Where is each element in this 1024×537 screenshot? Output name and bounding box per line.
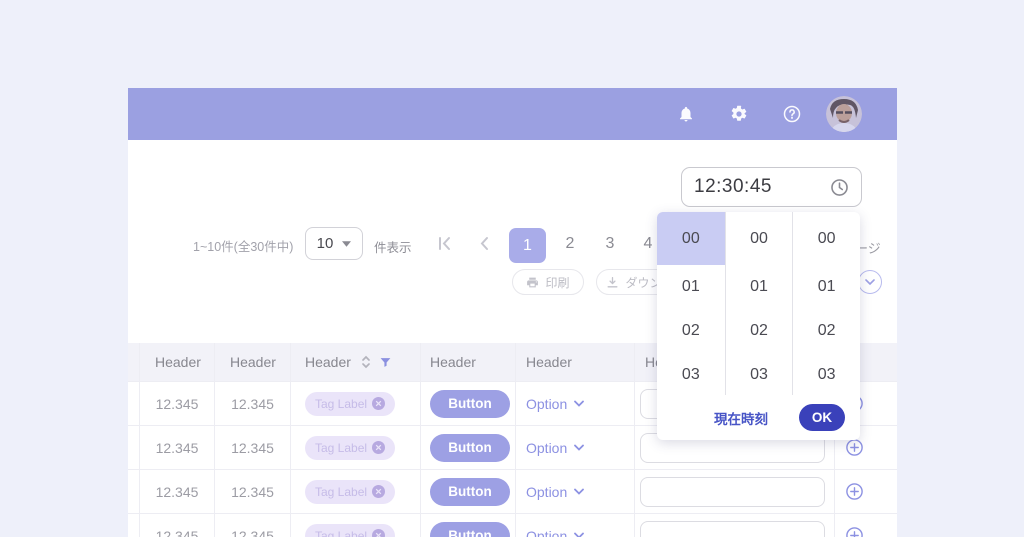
column-header: Header (140, 343, 215, 381)
tag-remove-icon[interactable] (372, 485, 386, 498)
tag-remove-icon[interactable] (372, 529, 386, 537)
row-text-input[interactable] (640, 520, 825, 537)
caret-down-icon (342, 240, 352, 247)
ok-button[interactable]: OK (799, 404, 845, 431)
sort-icon[interactable] (361, 355, 371, 369)
table-row: 12.345 12.345 12.345 Tag Label Button Op… (128, 470, 897, 514)
cell-number: 12.345 (215, 470, 291, 513)
print-label: 印刷 (545, 275, 570, 290)
column-header-label: Header (305, 354, 351, 370)
option-select[interactable]: Option (526, 395, 585, 412)
printer-icon (527, 277, 539, 287)
cell-number: 12.345 (215, 382, 291, 425)
top-bar (128, 88, 897, 140)
chevron-down-icon (865, 279, 875, 286)
current-time-link[interactable]: 現在時刻 (714, 408, 768, 428)
cell-number: 12.345 (128, 426, 140, 469)
bell-icon[interactable] (677, 105, 695, 123)
tag-label: Tag Label (315, 396, 368, 411)
cell-number: 12.345 (128, 470, 140, 513)
tag-chip: Tag Label (305, 479, 396, 504)
filter-icon[interactable] (379, 356, 392, 369)
timepicker-hour-option[interactable]: 03 (657, 353, 725, 397)
chevron-down-icon (574, 400, 585, 407)
tag-label: Tag Label (315, 440, 368, 455)
row-action-button[interactable]: Button (430, 521, 510, 537)
gear-icon[interactable] (730, 105, 748, 123)
row-action-button[interactable]: Button (430, 389, 510, 418)
page-button-1[interactable]: 1 (509, 228, 546, 263)
timepicker-hour-option-selected[interactable]: 00 (657, 212, 725, 265)
timepicker-minute-option[interactable]: 00 (726, 212, 793, 265)
page-size-unit-label: 件表示 (374, 241, 412, 255)
chevron-down-icon (574, 532, 585, 537)
add-circle-icon[interactable] (846, 527, 863, 537)
cell-number: 12.345 (140, 426, 215, 469)
cell-number: 12.345 (128, 382, 140, 425)
avatar[interactable] (826, 96, 862, 132)
timepicker-minute-option[interactable]: 02 (726, 309, 793, 353)
timepicker-second-option[interactable]: 02 (793, 309, 860, 353)
tag-chip: Tag Label (305, 435, 396, 460)
timepicker-hour-option[interactable]: 01 (657, 265, 725, 309)
cell-number: 12.345 (215, 426, 291, 469)
timepicker-second-option[interactable]: 03 (793, 353, 860, 397)
cell-number: 12.345 (215, 514, 291, 537)
column-header: Header (516, 343, 635, 381)
timepicker-second-option[interactable]: 00 (793, 212, 860, 265)
time-input-value: 12:30:45 (694, 176, 772, 197)
column-header: Header (215, 343, 291, 381)
column-header: Header (421, 343, 516, 381)
page-size-select[interactable]: 10 (305, 227, 363, 260)
column-header: Header (128, 343, 140, 381)
tag-remove-icon[interactable] (372, 441, 386, 454)
option-label: Option (526, 527, 568, 537)
table-row: 12.345 12.345 12.345 Tag Label Button Op… (128, 514, 897, 537)
cell-number: 12.345 (140, 470, 215, 513)
pagination-summary: 1~10件(全30件中) (193, 240, 294, 254)
row-action-button[interactable]: Button (430, 433, 510, 462)
clock-icon (831, 178, 848, 196)
download-icon (608, 276, 618, 287)
option-label: Option (526, 483, 568, 500)
prev-page-icon[interactable] (476, 235, 493, 252)
time-input[interactable]: 12:30:45 (681, 167, 862, 207)
cell-number: 12.345 (140, 514, 215, 537)
option-select[interactable]: Option (526, 483, 585, 500)
timepicker-hours-column: 00 01 02 03 (657, 212, 725, 395)
timepicker-minute-option[interactable]: 03 (726, 353, 793, 397)
tag-label: Tag Label (315, 484, 368, 499)
option-select[interactable]: Option (526, 439, 585, 456)
tag-chip: Tag Label (305, 523, 396, 537)
timepicker-seconds-column: 00 01 02 03 (792, 212, 860, 395)
option-select[interactable]: Option (526, 527, 585, 537)
timepicker-hour-option[interactable]: 02 (657, 309, 725, 353)
timepicker-second-option[interactable]: 01 (793, 265, 860, 309)
chevron-down-icon (574, 444, 585, 451)
chevron-down-icon (574, 488, 585, 495)
timepicker-minute-option[interactable]: 01 (726, 265, 793, 309)
page-button-2[interactable]: 2 (557, 235, 583, 253)
more-circle-button[interactable] (858, 270, 882, 294)
cell-number: 12.345 (140, 382, 215, 425)
cell-number: 12.345 (128, 514, 140, 537)
tag-remove-icon[interactable] (372, 397, 386, 410)
row-text-input[interactable] (640, 476, 825, 507)
row-action-button[interactable]: Button (430, 477, 510, 506)
option-label: Option (526, 439, 568, 456)
tag-chip: Tag Label (305, 391, 396, 416)
add-circle-icon[interactable] (846, 439, 863, 456)
app-window: 12:30:45 1~10件(全30件中) 10 件表示 1 2 3 4 ページ… (128, 88, 897, 537)
option-label: Option (526, 395, 568, 412)
print-button[interactable]: 印刷 (512, 269, 584, 295)
first-page-icon[interactable] (436, 235, 453, 252)
timepicker-minutes-column: 00 01 02 03 (724, 212, 793, 397)
help-icon[interactable] (783, 105, 801, 123)
column-header-sortable: Header (291, 343, 421, 381)
add-circle-icon[interactable] (846, 483, 863, 500)
page-button-3[interactable]: 3 (597, 235, 623, 253)
page-size-value: 10 (316, 235, 334, 252)
tag-label: Tag Label (315, 528, 368, 537)
time-picker-popup: 00 01 02 03 00 01 02 03 00 01 02 03 現在時刻… (657, 212, 860, 440)
